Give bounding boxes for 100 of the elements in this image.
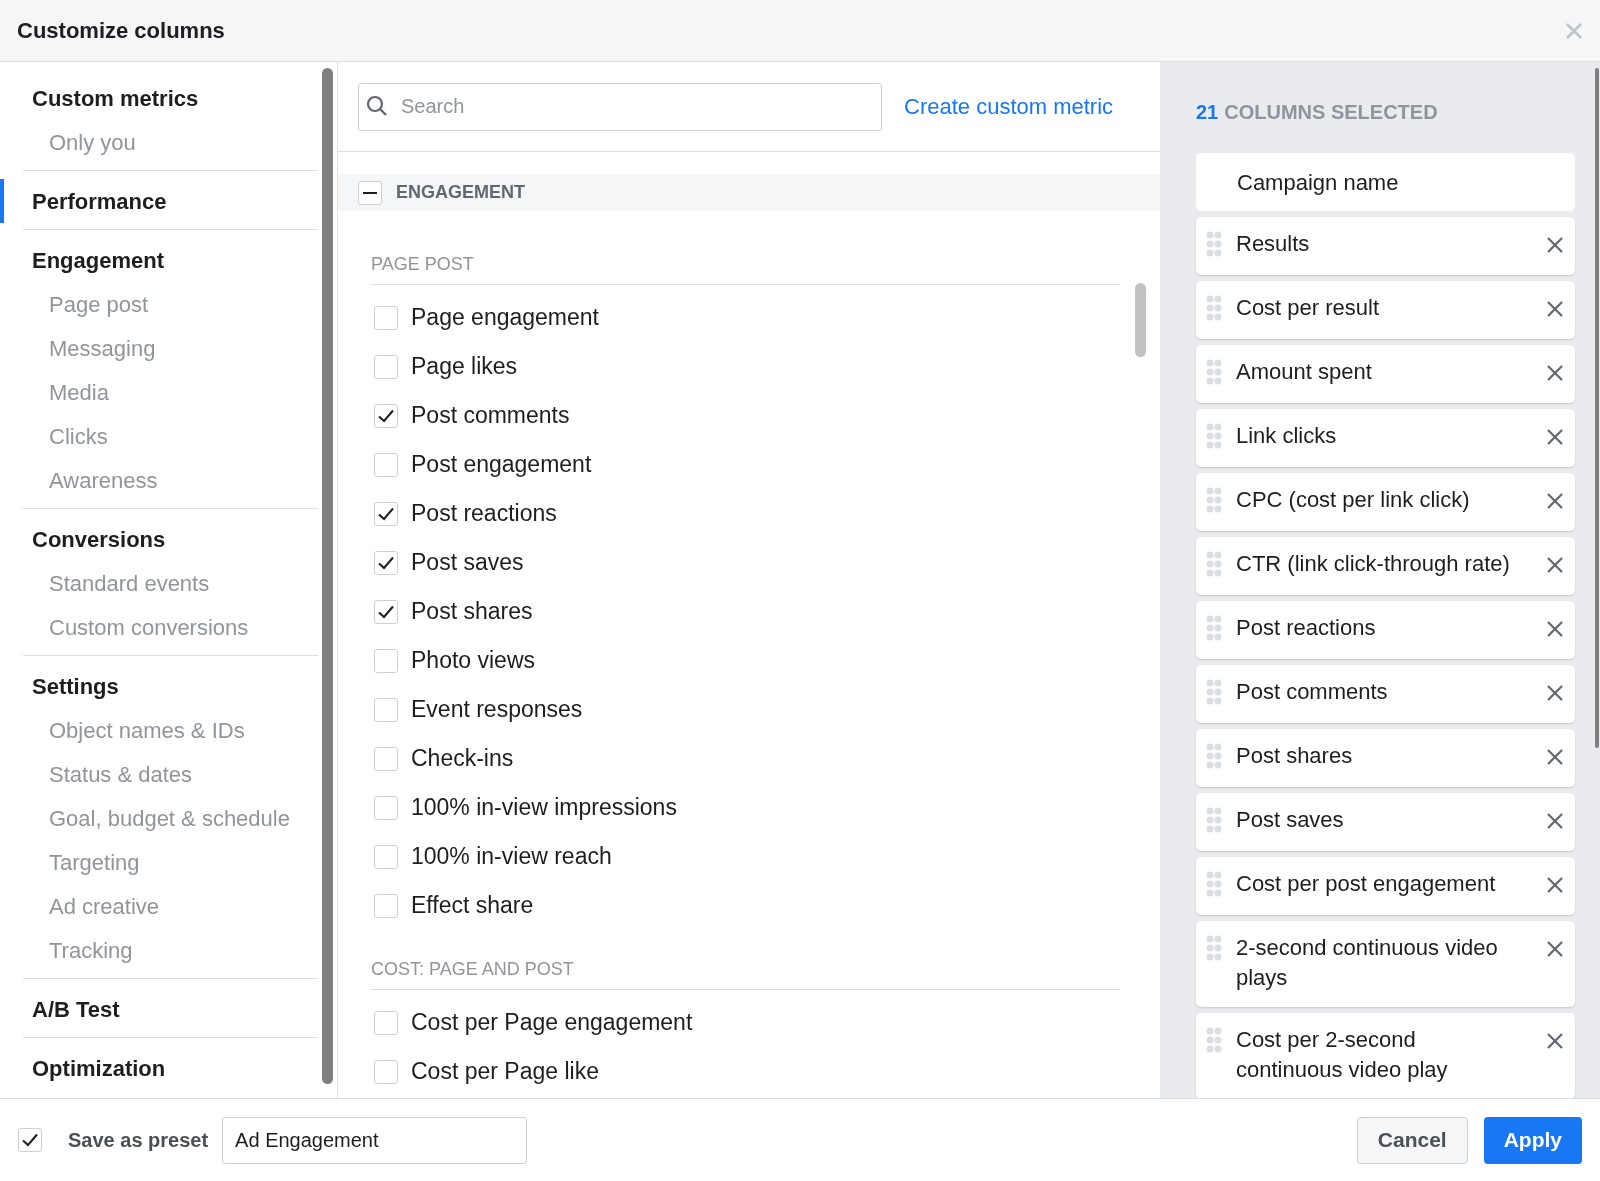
preset-name-field[interactable]: Ad Engagement (222, 1116, 528, 1164)
drag-handle-icon[interactable] (1206, 487, 1222, 513)
create-custom-metric-link[interactable]: Create custom metric (904, 90, 1114, 123)
group-header[interactable]: ENGAGEMENT (338, 174, 1160, 211)
column-card[interactable]: Post shares (1196, 729, 1575, 787)
metric-checkbox[interactable] (374, 893, 398, 918)
remove-icon[interactable] (1547, 1033, 1563, 1049)
column-label: Results (1236, 230, 1311, 258)
column-card[interactable]: Cost per 2-second continuous video play (1196, 1013, 1575, 1098)
column-label: Post saves (1236, 806, 1345, 834)
metric-label: Check-ins (411, 744, 514, 774)
metric-checkbox[interactable] (374, 501, 398, 526)
sidebar-heading[interactable]: A/B Test (0, 987, 318, 1031)
metric-label: Post comments (411, 401, 570, 431)
column-card[interactable]: 2-second continuous video plays (1196, 921, 1575, 1007)
metric-label: 100% in-view reach (411, 842, 612, 872)
metric-checkbox[interactable] (374, 648, 398, 673)
metric-checkbox[interactable] (374, 354, 398, 379)
sidebar-heading[interactable]: Custom metrics (0, 76, 318, 120)
scrollbar-thumb[interactable] (1595, 68, 1599, 748)
save-preset-label: Save as preset (68, 1128, 209, 1153)
search-icon (366, 94, 388, 117)
metric-label: Cost per Page engagement (411, 1008, 693, 1038)
drag-handle-icon[interactable] (1206, 615, 1222, 641)
subgroup-title: COST: PAGE AND POST (371, 956, 1120, 990)
remove-icon[interactable] (1547, 941, 1563, 957)
sidebar-heading[interactable]: Performance (0, 179, 318, 223)
column-card[interactable]: Cost per result (1196, 281, 1575, 339)
remove-icon[interactable] (1547, 621, 1563, 637)
remove-icon[interactable] (1547, 301, 1563, 317)
sidebar-heading[interactable]: Engagement (0, 238, 318, 282)
metric-label: Page likes (411, 352, 518, 382)
metric-label: Post shares (411, 597, 533, 627)
scrollbar-thumb[interactable] (1134, 283, 1146, 357)
metric-checkbox[interactable] (374, 795, 398, 820)
sidebar-heading[interactable]: Settings (0, 664, 318, 708)
drag-handle-icon[interactable] (1206, 551, 1222, 577)
metric-label: Post saves (411, 548, 524, 578)
drag-handle-icon[interactable] (1206, 871, 1222, 897)
metric-label: Photo views (411, 646, 535, 676)
column-card[interactable]: Post reactions (1196, 601, 1575, 659)
metric-label: Effect share (411, 891, 534, 921)
metric-checkbox[interactable] (374, 844, 398, 869)
drag-handle-icon[interactable] (1206, 743, 1222, 769)
remove-icon[interactable] (1547, 749, 1563, 765)
column-label: Amount spent (1236, 358, 1373, 386)
metric-checkbox[interactable] (374, 1010, 398, 1035)
metric-checkbox[interactable] (374, 452, 398, 477)
column-card[interactable]: Post comments (1196, 665, 1575, 723)
window-title: Customize columns (17, 17, 225, 45)
group-title: ENGAGEMENT (396, 181, 525, 204)
metric-label: Cost per Page like (411, 1057, 599, 1087)
metric-checkbox[interactable] (374, 1059, 398, 1084)
remove-icon[interactable] (1547, 493, 1563, 509)
column-label: Post shares (1236, 742, 1354, 770)
column-card[interactable]: CPC (cost per link click) (1196, 473, 1575, 531)
drag-handle-icon[interactable] (1206, 807, 1222, 833)
remove-icon[interactable] (1547, 685, 1563, 701)
close-icon[interactable] (1565, 21, 1583, 40)
column-card[interactable]: Link clicks (1196, 409, 1575, 467)
metric-checkbox[interactable] (374, 697, 398, 722)
collapse-icon[interactable] (358, 180, 382, 205)
metric-label: Post engagement (411, 450, 592, 480)
sidebar-heading[interactable]: Optimization (0, 1046, 318, 1090)
metric-checkbox[interactable] (374, 599, 398, 624)
scrollbar-thumb[interactable] (322, 68, 333, 1084)
remove-icon[interactable] (1547, 813, 1563, 829)
cancel-button[interactable]: Cancel (1356, 1116, 1468, 1164)
drag-handle-icon[interactable] (1206, 295, 1222, 321)
remove-icon[interactable] (1547, 237, 1563, 253)
column-label: 2-second continuous video plays (1236, 934, 1499, 992)
column-card[interactable]: Amount spent (1196, 345, 1575, 403)
metric-checkbox[interactable] (374, 305, 398, 330)
column-label: Cost per post engagement (1236, 870, 1497, 898)
search-field[interactable]: Search (358, 82, 882, 131)
drag-handle-icon[interactable] (1206, 423, 1222, 449)
remove-icon[interactable] (1547, 429, 1563, 445)
metric-checkbox[interactable] (374, 746, 398, 771)
remove-icon[interactable] (1547, 557, 1563, 573)
metric-checkbox[interactable] (374, 550, 398, 575)
drag-handle-icon[interactable] (1206, 679, 1222, 705)
apply-button[interactable]: Apply (1483, 1116, 1582, 1164)
drag-handle-icon[interactable] (1206, 359, 1222, 385)
drag-handle-icon[interactable] (1206, 1027, 1222, 1053)
column-label: Cost per 2-second continuous video play (1236, 1026, 1449, 1084)
save-preset-checkbox[interactable] (18, 1128, 42, 1152)
column-count: 21 (1196, 100, 1219, 125)
metric-label: Post reactions (411, 499, 557, 529)
sidebar-heading[interactable]: Conversions (0, 517, 318, 561)
metric-checkbox[interactable] (374, 403, 398, 428)
column-label: Post reactions (1236, 614, 1377, 642)
column-card[interactable]: Post saves (1196, 793, 1575, 851)
column-card[interactable]: Cost per post engagement (1196, 857, 1575, 915)
drag-handle-icon[interactable] (1206, 231, 1222, 257)
column-card[interactable]: Results (1196, 217, 1575, 275)
remove-icon[interactable] (1547, 365, 1563, 381)
column-card[interactable]: CTR (link click-through rate) (1196, 537, 1575, 595)
remove-icon[interactable] (1547, 877, 1563, 893)
drag-handle-icon[interactable] (1206, 935, 1222, 961)
metric-label: 100% in-view impressions (411, 793, 677, 823)
